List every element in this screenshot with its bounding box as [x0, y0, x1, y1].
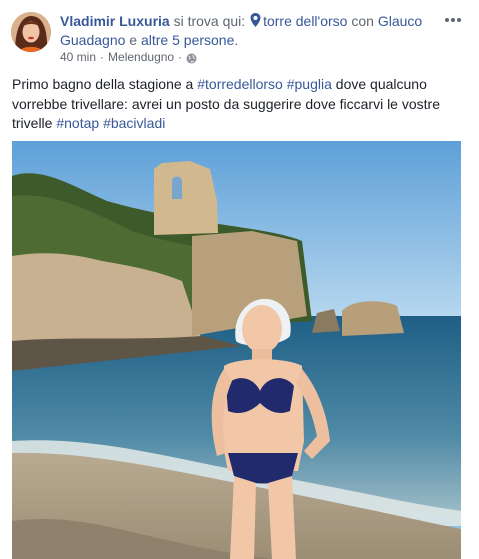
- and-label: e: [129, 32, 138, 48]
- globe-icon[interactable]: [186, 52, 197, 63]
- post-photo[interactable]: [12, 141, 461, 559]
- tagged-others-link[interactable]: altre 5 persone: [141, 32, 234, 48]
- post-time[interactable]: 40 min: [60, 49, 96, 65]
- author-name[interactable]: Vladimir Luxuria: [60, 13, 170, 29]
- hashtag-notap[interactable]: #notap: [56, 115, 99, 131]
- hashtag-torredellorso[interactable]: #torredellorso: [197, 76, 283, 92]
- post-header: Vladimir Luxuria si trova qui: torre del…: [60, 12, 430, 50]
- hashtag-bacivladi[interactable]: #bacivladi: [103, 115, 165, 131]
- meta-separator-2: ·: [178, 50, 183, 64]
- post-text-part1: Primo bagno della stagione a: [12, 76, 198, 92]
- post-body-text: Primo bagno della stagione a #torredello…: [12, 75, 464, 134]
- ellipsis-icon[interactable]: [441, 10, 465, 30]
- place-link[interactable]: torre dell'orso: [263, 13, 347, 29]
- avatar[interactable]: [11, 12, 51, 52]
- meta-separator: ·: [100, 50, 105, 64]
- checkin-label: si trova qui:: [173, 13, 246, 29]
- with-label: con: [351, 13, 374, 29]
- hashtag-puglia[interactable]: #puglia: [287, 76, 332, 92]
- facebook-post: Vladimir Luxuria si trova qui: torre del…: [0, 0, 479, 559]
- post-meta: 40 min · Melendugno ·: [60, 49, 197, 65]
- location-pin-icon: [250, 13, 261, 27]
- post-location[interactable]: Melendugno: [108, 49, 174, 65]
- header-period: .: [234, 32, 239, 48]
